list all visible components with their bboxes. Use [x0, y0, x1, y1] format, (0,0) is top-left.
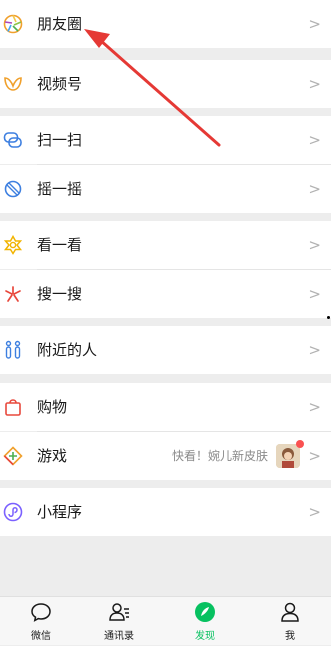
nearby-row[interactable]: 附近的人 > — [0, 326, 331, 374]
mini-programs-label: 小程序 — [37, 503, 83, 521]
scan-row[interactable]: 扫一扫 > — [0, 116, 331, 164]
tab-contacts[interactable]: 通讯录 — [78, 597, 160, 646]
search-row[interactable]: 搜一搜 > — [0, 270, 331, 318]
chevron-right-icon: > — [308, 15, 321, 33]
chevron-right-icon: > — [308, 131, 321, 149]
chevron-right-icon: > — [308, 341, 321, 359]
scan-icon — [3, 130, 23, 150]
channels-row[interactable]: 视频号 > — [0, 60, 331, 108]
chevron-right-icon: > — [308, 285, 321, 303]
chevron-right-icon: > — [308, 447, 321, 465]
channels-label: 视频号 — [37, 75, 83, 93]
tab-label: 微信 — [31, 631, 51, 642]
moments-aperture-icon — [3, 14, 23, 34]
contacts-icon — [108, 601, 130, 623]
person-icon — [279, 601, 301, 623]
discover-screen: 朋友圈 > 视频号 > 扫一扫 > 摇一摇 > 看一看 > 搜一搜 > 附近的人… — [0, 0, 331, 645]
search-label: 搜一搜 — [37, 285, 83, 303]
top-stories-label: 看一看 — [37, 236, 83, 254]
people-nearby-icon — [3, 340, 23, 360]
scan-label: 扫一扫 — [37, 131, 83, 149]
nearby-label: 附近的人 — [37, 341, 98, 359]
stray-dot — [327, 316, 330, 319]
shake-row[interactable]: 摇一摇 > — [0, 165, 331, 213]
mini-programs-row[interactable]: 小程序 > — [0, 488, 331, 536]
tab-label: 我 — [285, 631, 295, 642]
search-spark-icon — [3, 284, 23, 304]
chevron-right-icon: > — [308, 398, 321, 416]
top-stories-star-icon — [3, 234, 23, 255]
mini-programs-icon — [3, 502, 23, 522]
games-label: 游戏 — [37, 447, 68, 465]
moments-label: 朋友圈 — [37, 15, 83, 33]
games-promo-thumbnail — [276, 444, 300, 468]
channels-butterfly-icon — [3, 74, 23, 94]
chevron-right-icon: > — [308, 236, 321, 254]
chat-bubble-icon — [30, 601, 52, 623]
games-promo-text: 快看！婉儿新皮肤 — [172, 449, 269, 463]
tab-label: 发现 — [195, 631, 215, 642]
tab-label: 通讯录 — [104, 631, 134, 642]
tab-chats[interactable]: 微信 — [0, 597, 82, 646]
shake-icon — [3, 179, 23, 199]
tab-discover[interactable]: 发现 — [164, 597, 246, 646]
shopping-bag-icon — [3, 397, 23, 417]
games-diamond-icon — [3, 446, 23, 466]
moments-row[interactable]: 朋友圈 > — [0, 0, 331, 48]
shopping-row[interactable]: 购物 > — [0, 383, 331, 431]
tab-me[interactable]: 我 — [249, 597, 331, 646]
games-row[interactable]: 游戏 快看！婉儿新皮肤 > — [0, 432, 331, 480]
shake-label: 摇一摇 — [37, 180, 83, 198]
chevron-right-icon: > — [308, 503, 321, 521]
chevron-right-icon: > — [308, 180, 321, 198]
compass-icon — [194, 601, 216, 623]
bottom-tab-bar: 微信 通讯录 发现 我 — [0, 596, 331, 645]
top-stories-row[interactable]: 看一看 > — [0, 221, 331, 269]
chevron-right-icon: > — [308, 75, 321, 93]
shopping-label: 购物 — [37, 398, 68, 416]
notification-dot — [296, 440, 304, 448]
